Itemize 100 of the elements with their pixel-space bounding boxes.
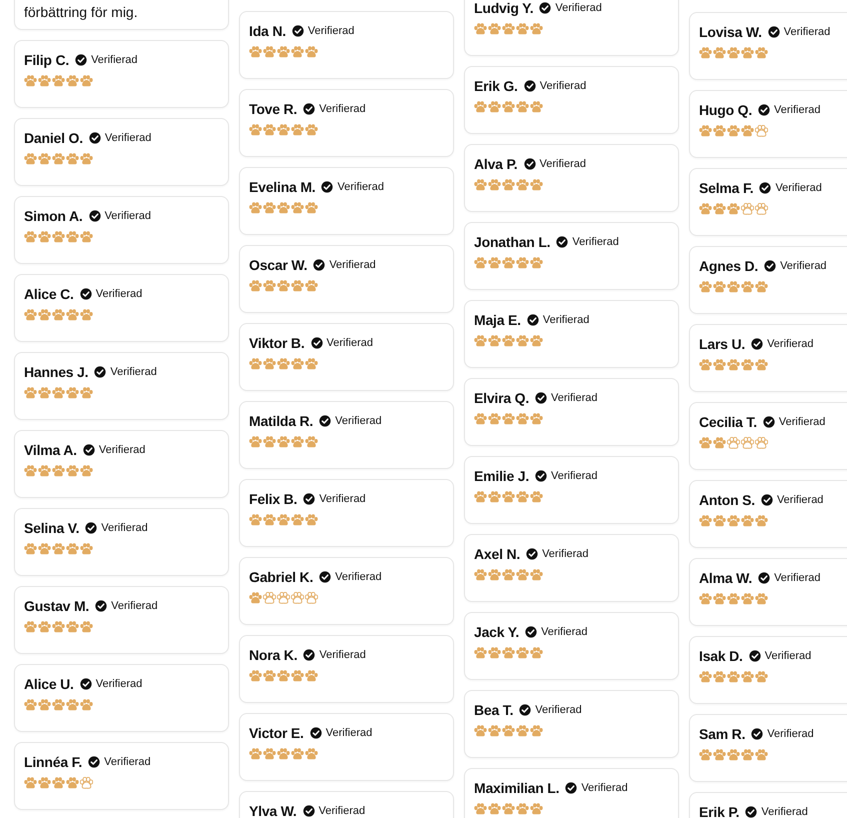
filled-paw-icon — [502, 725, 515, 737]
filled-paw-icon — [305, 124, 318, 136]
filled-paw-icon — [52, 465, 65, 477]
verified-label: Verifierad — [111, 600, 158, 612]
filled-paw-icon — [530, 101, 543, 113]
verified-check-icon — [313, 259, 326, 271]
filled-paw-icon — [699, 125, 712, 137]
filled-paw-icon — [305, 358, 318, 370]
filled-paw-icon — [249, 592, 262, 604]
filled-paw-icon — [502, 23, 515, 35]
reviewer-name: Viktor B. — [249, 335, 305, 351]
filled-paw-icon — [488, 101, 501, 113]
filled-paw-icon — [713, 203, 726, 215]
verified-check-icon — [526, 548, 538, 560]
filled-paw-icon — [24, 153, 37, 165]
filled-paw-icon — [530, 179, 543, 191]
verified-check-icon — [303, 103, 316, 115]
verified-check-icon — [310, 337, 323, 349]
verified-check-icon — [82, 444, 95, 456]
filled-paw-icon — [66, 75, 79, 87]
filled-paw-icon — [38, 543, 51, 555]
filled-paw-icon — [80, 231, 93, 243]
filled-paw-icon — [249, 280, 262, 292]
filled-paw-icon — [530, 803, 543, 815]
filled-paw-icon — [727, 671, 740, 683]
verified-label: Verifierad — [774, 572, 821, 584]
filled-paw-icon — [305, 748, 318, 760]
verified-check-icon — [751, 338, 764, 350]
filled-paw-icon — [277, 202, 290, 214]
verified-check-icon — [759, 182, 772, 194]
reviewer-name: Felix B. — [249, 491, 298, 507]
filled-paw-icon — [263, 670, 276, 682]
filled-paw-icon — [755, 359, 768, 371]
review-text: förbättring för mig. — [24, 3, 138, 21]
verified-check-icon — [319, 415, 332, 427]
verified-check-icon — [80, 678, 92, 690]
filled-paw-icon — [80, 75, 93, 87]
filled-paw-icon — [66, 309, 79, 321]
filled-paw-icon — [488, 491, 501, 503]
reviewer-name: Maximilian L. — [474, 780, 560, 796]
filled-paw-icon — [249, 670, 262, 682]
filled-paw-icon — [24, 699, 37, 711]
reviewer-name: Selina V. — [24, 520, 80, 536]
reviewer-name: Filip C. — [24, 52, 70, 68]
filled-paw-icon — [502, 257, 515, 269]
filled-paw-icon — [277, 124, 290, 136]
filled-paw-icon — [305, 46, 318, 58]
filled-paw-icon — [66, 231, 79, 243]
filled-paw-icon — [291, 514, 304, 526]
verified-label: Verifierad — [319, 649, 366, 661]
filled-paw-icon — [713, 515, 726, 527]
reviewer-name: Selma F. — [699, 180, 754, 196]
filled-paw-icon — [727, 125, 740, 137]
filled-paw-icon — [249, 358, 262, 370]
filled-paw-icon — [249, 202, 262, 214]
filled-paw-icon — [80, 465, 93, 477]
verified-check-icon — [535, 392, 548, 404]
filled-paw-icon — [38, 387, 51, 399]
verified-check-icon — [319, 571, 332, 583]
filled-paw-icon — [305, 436, 318, 448]
reviewer-name: Daniel O. — [24, 130, 83, 146]
filled-paw-icon — [755, 515, 768, 527]
filled-paw-icon — [263, 436, 276, 448]
verified-label: Verifierad — [337, 181, 384, 193]
verified-label: Verifierad — [335, 415, 382, 427]
filled-paw-icon — [502, 491, 515, 503]
filled-paw-icon — [741, 281, 754, 293]
filled-paw-icon — [699, 281, 712, 293]
filled-paw-icon — [24, 75, 37, 87]
filled-paw-icon — [66, 621, 79, 633]
filled-paw-icon — [291, 358, 304, 370]
filled-paw-icon — [277, 514, 290, 526]
filled-paw-icon — [305, 280, 318, 292]
filled-paw-icon — [488, 335, 501, 347]
filled-paw-icon — [699, 47, 712, 59]
filled-paw-icon — [516, 413, 529, 425]
filled-paw-icon — [263, 748, 276, 760]
empty-paw-icon — [741, 437, 754, 449]
filled-paw-icon — [713, 593, 726, 605]
filled-paw-icon — [474, 803, 487, 815]
filled-paw-icon — [80, 387, 93, 399]
verified-check-icon — [88, 210, 101, 222]
verified-label: Verifierad — [555, 2, 602, 14]
verified-label: Verifierad — [767, 728, 814, 740]
filled-paw-icon — [474, 23, 487, 35]
reviewer-name: Erik P. — [699, 804, 740, 818]
filled-paw-icon — [474, 101, 487, 113]
verified-label: Verifierad — [540, 80, 586, 92]
verified-check-icon — [303, 493, 316, 505]
reviewer-name: Gabriel K. — [249, 569, 314, 585]
verified-label: Verifierad — [326, 727, 372, 739]
reviewer-name: Nora K. — [249, 647, 298, 663]
verified-label: Verifierad — [541, 626, 588, 638]
verified-label: Verifierad — [326, 337, 373, 349]
filled-paw-icon — [727, 359, 740, 371]
reviewer-name: Ylva W. — [249, 803, 297, 818]
verified-label: Verifierad — [110, 366, 157, 378]
filled-paw-icon — [741, 671, 754, 683]
verified-check-icon — [748, 650, 761, 662]
verified-check-icon — [751, 728, 764, 740]
